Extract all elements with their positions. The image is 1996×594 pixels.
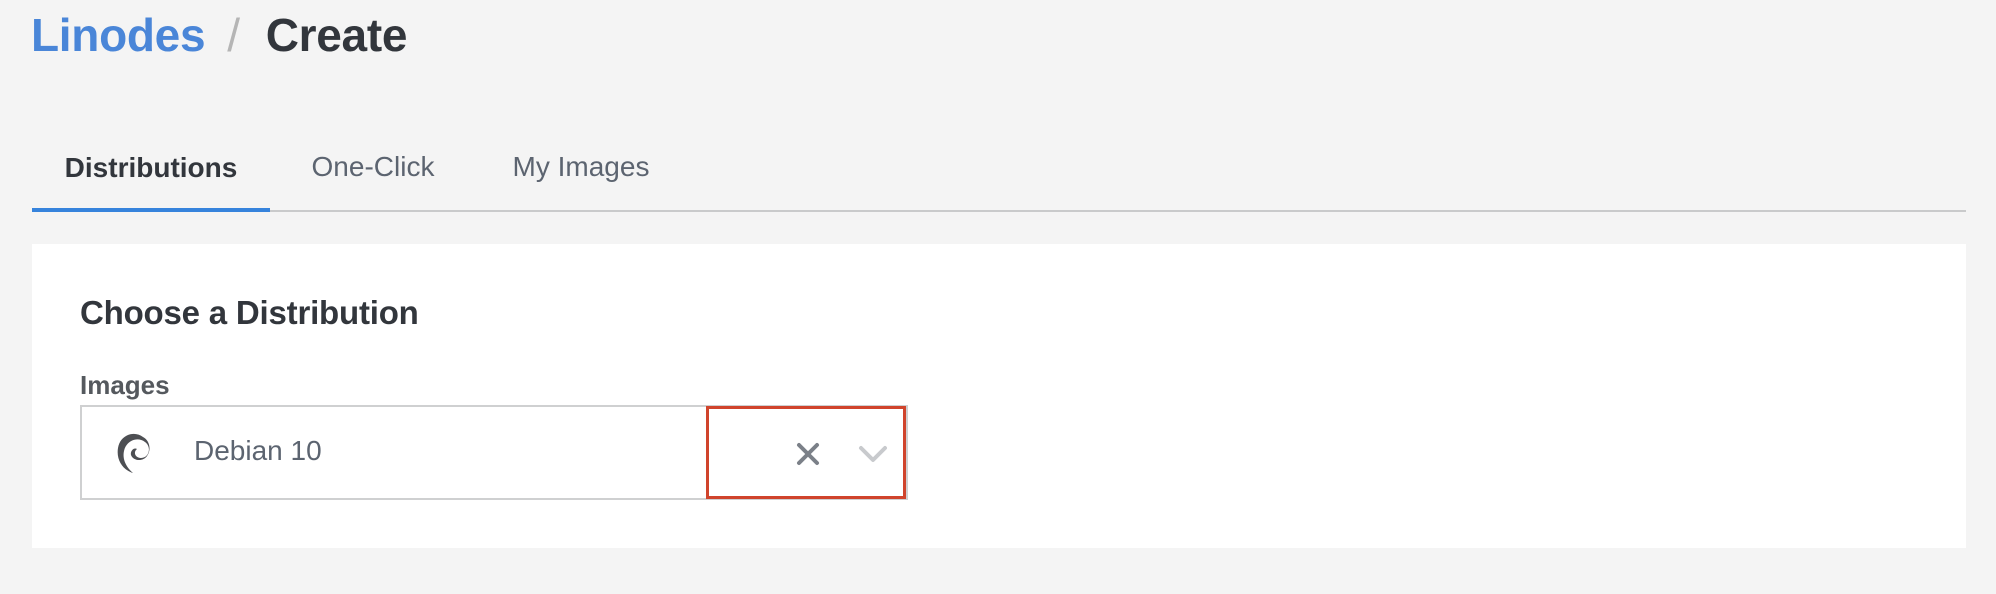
choose-distribution-panel: Choose a Distribution Images Debian 10 [32, 244, 1966, 548]
tab-one-click[interactable]: One-Click [270, 124, 476, 210]
close-icon[interactable] [793, 439, 823, 469]
breadcrumb: Linodes / Create [31, 4, 407, 66]
breadcrumb-link-linodes[interactable]: Linodes [31, 8, 206, 62]
select-indicators-highlight [706, 406, 906, 499]
images-field-label: Images [80, 370, 170, 400]
selected-image-value: Debian 10 [194, 435, 322, 466]
chevron-down-icon[interactable] [857, 443, 889, 465]
images-select[interactable]: Debian 10 [80, 405, 908, 500]
linode-create-page: Linodes / Create Distributions One-Click… [0, 0, 1996, 594]
debian-swirl-icon [117, 433, 150, 473]
breadcrumb-separator: / [227, 9, 240, 61]
tab-my-images[interactable]: My Images [476, 124, 686, 210]
panel-title: Choose a Distribution [80, 294, 419, 331]
tab-distributions[interactable]: Distributions [32, 126, 270, 212]
page-title: Create [265, 9, 408, 61]
image-source-tabs: Distributions One-Click My Images [32, 126, 1966, 212]
